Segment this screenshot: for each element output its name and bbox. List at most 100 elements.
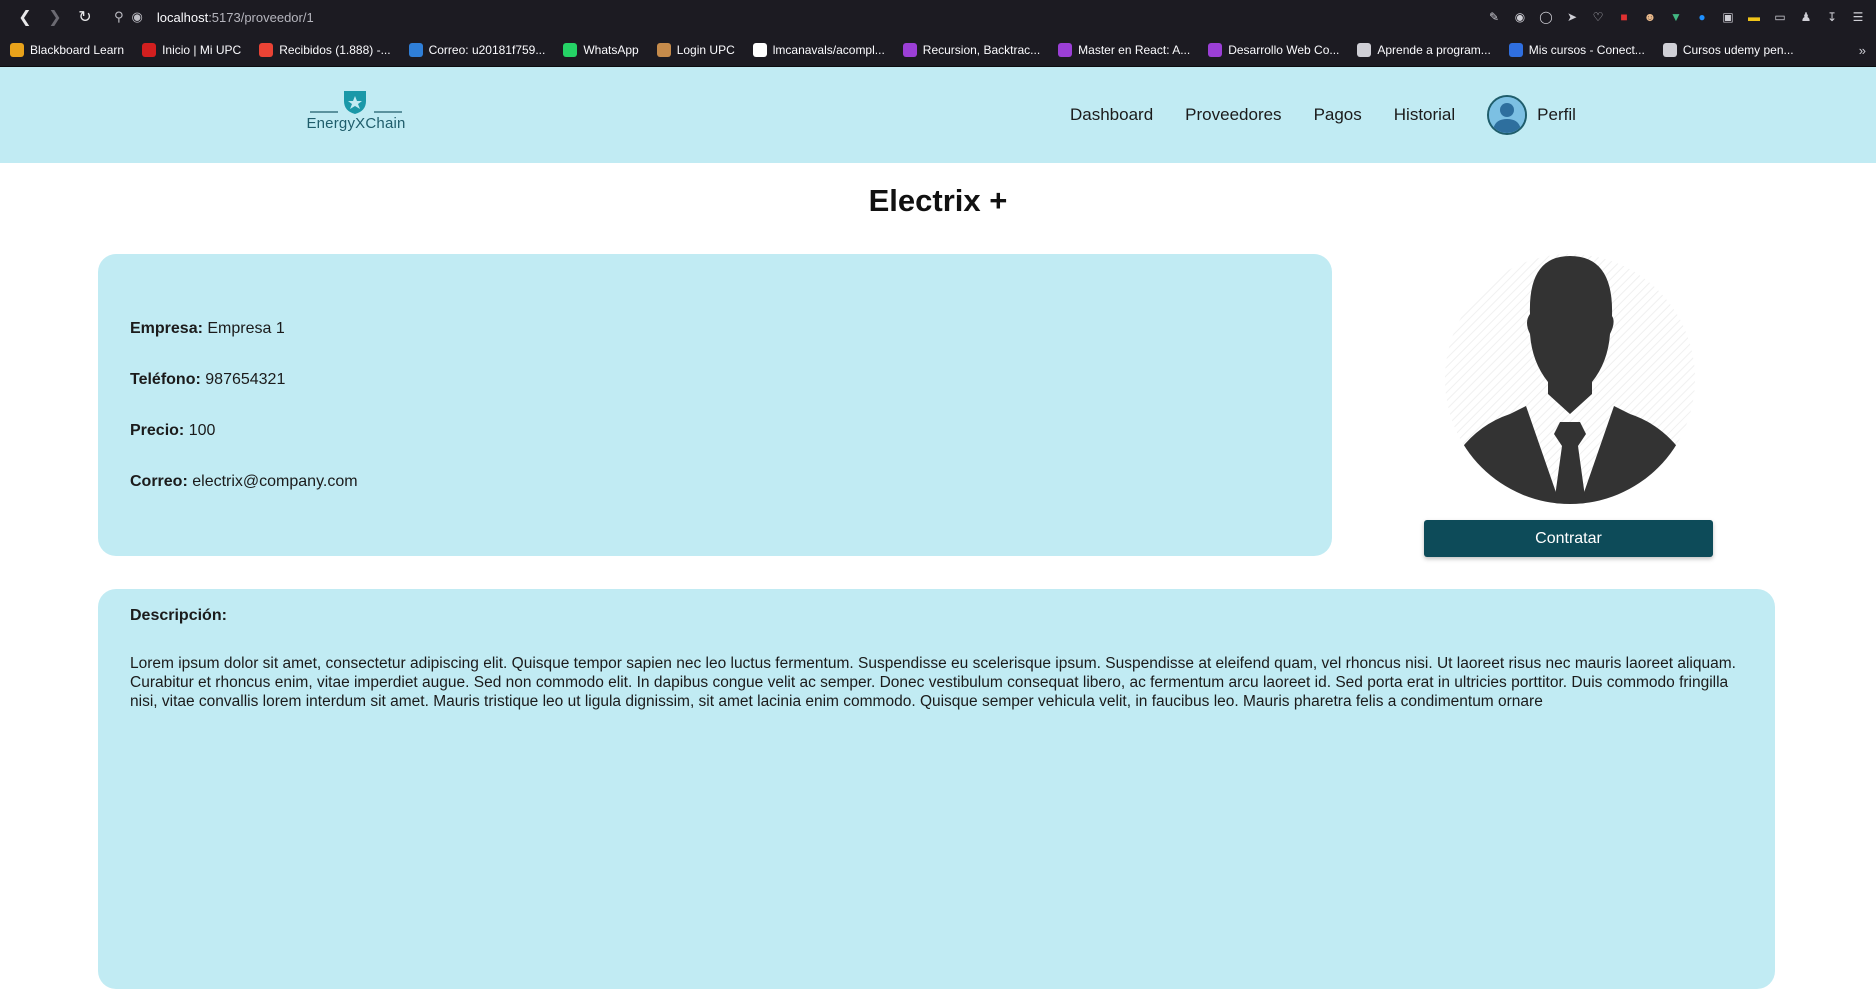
key-icon[interactable]: ⚲: [114, 9, 124, 25]
bookmark-label: Recursion, Backtrac...: [922, 43, 1041, 57]
bookmark-label: Desarrollo Web Co...: [1228, 43, 1340, 57]
bookmark-item[interactable]: Inicio | Mi UPC: [142, 43, 241, 57]
bookmark-item[interactable]: Blackboard Learn: [10, 43, 124, 57]
nav-proveedores[interactable]: Proveedores: [1185, 105, 1281, 125]
bookmark-item[interactable]: Recibidos (1.888) -...: [259, 43, 391, 57]
main-nav: Dashboard Proveedores Pagos Historial Pe…: [1070, 67, 1576, 163]
app-header: EnergyXChain Dashboard Proveedores Pagos…: [0, 67, 1876, 163]
bookmark-item[interactable]: Mis cursos - Conect...: [1508, 43, 1645, 57]
logo-text: EnergyXChain: [306, 115, 406, 132]
field-value: Empresa 1: [207, 320, 285, 337]
field-label: Teléfono:: [130, 371, 201, 388]
logo-icon: [310, 91, 402, 114]
browser-chrome: ❮ ❯ ↻ ⚲ ◉ localhost:5173/proveedor/1 ✎ ◉…: [0, 0, 1876, 67]
description-label: Descripción:: [130, 607, 227, 624]
shazam-icon[interactable]: ●: [1694, 9, 1710, 25]
bookmark-item[interactable]: Aprende a program...: [1357, 43, 1491, 57]
field-precio: Precio: 100: [130, 422, 1300, 441]
bookmark-favicon-icon: [142, 43, 157, 57]
nav-profile[interactable]: Perfil: [1487, 95, 1576, 135]
bookmark-label: WhatsApp: [583, 43, 639, 57]
bookmark-item[interactable]: lmcanavals/acompl...: [752, 43, 885, 57]
profile-label: Perfil: [1537, 105, 1576, 124]
bookmark-favicon-icon: [1208, 43, 1223, 57]
extension-face-icon[interactable]: ☻: [1642, 9, 1658, 25]
chevron-double-right-icon[interactable]: »: [1859, 43, 1866, 58]
field-empresa: Empresa: Empresa 1: [130, 320, 1300, 339]
edit-icon[interactable]: ✎: [1486, 9, 1502, 25]
bookmark-label: lmcanavals/acompl...: [772, 43, 885, 57]
bookmark-favicon-icon: [902, 43, 917, 57]
url-bar: ❮ ❯ ↻ ⚲ ◉ localhost:5173/proveedor/1 ✎ ◉…: [0, 0, 1876, 34]
globe-icon[interactable]: ◉: [132, 9, 143, 25]
bookmark-label: Recibidos (1.888) -...: [279, 43, 391, 57]
description-card: Descripción: Lorem ipsum dolor sit amet,…: [98, 589, 1775, 989]
bookmark-item[interactable]: WhatsApp: [563, 43, 639, 57]
field-telefono: Teléfono: 987654321: [130, 371, 1300, 390]
bookmark-favicon-icon: [1508, 43, 1523, 57]
shield-icon[interactable]: ◯: [1538, 9, 1554, 25]
bookmark-favicon-icon: [408, 43, 423, 57]
ublock-icon[interactable]: ■: [1616, 9, 1632, 25]
bookmark-label: Mis cursos - Conect...: [1528, 43, 1645, 57]
download-icon[interactable]: ↧: [1824, 9, 1840, 25]
bookmark-label: Inicio | Mi UPC: [162, 43, 242, 57]
bookmark-item[interactable]: Cursos udemy pen...: [1662, 43, 1794, 57]
address-field[interactable]: ⚲ ◉ localhost:5173/proveedor/1: [114, 9, 314, 25]
bookmark-favicon-icon: [563, 43, 578, 57]
businessman-silhouette-icon: [1445, 254, 1695, 504]
avatar[interactable]: [1487, 95, 1528, 135]
heart-icon[interactable]: ♡: [1590, 9, 1606, 25]
bookmark-favicon-icon: [1357, 43, 1372, 57]
clipboard-icon[interactable]: ▣: [1720, 9, 1736, 25]
field-label: Precio:: [130, 422, 185, 439]
bookmark-item[interactable]: Desarrollo Web Co...: [1208, 43, 1339, 57]
bookmark-favicon-icon: [10, 43, 24, 57]
field-label: Empresa:: [130, 320, 203, 337]
bookmark-favicon-icon: [656, 43, 671, 57]
cube-icon[interactable]: ▭: [1772, 9, 1788, 25]
bookmark-label: Blackboard Learn: [30, 43, 125, 57]
nav-historial[interactable]: Historial: [1394, 105, 1455, 125]
bookmark-favicon-icon: [259, 43, 274, 57]
bookmark-item[interactable]: Recursion, Backtrac...: [902, 43, 1041, 57]
nav-dashboard[interactable]: Dashboard: [1070, 105, 1153, 125]
camera-icon[interactable]: ◉: [1512, 9, 1528, 25]
bookmark-item[interactable]: Master en React: A...: [1058, 43, 1190, 57]
reload-icon[interactable]: ↻: [70, 2, 100, 32]
user-avatar-icon: [1489, 97, 1526, 133]
forward-icon[interactable]: ❯: [40, 2, 70, 32]
field-correo: Correo: electrix@company.com: [130, 473, 1300, 492]
bookmark-label: Correo: u20181f759...: [428, 43, 546, 57]
toolbar-extensions: ✎ ◉ ◯ ➤ ♡ ■ ☻ ▼ ● ▣ ▬ ▭ ♟ ↧ ☰: [1486, 9, 1866, 25]
field-value: 987654321: [205, 371, 286, 388]
bookmark-label: Cursos udemy pen...: [1682, 43, 1794, 57]
brand-logo[interactable]: EnergyXChain: [306, 87, 406, 132]
url-host: localhost: [156, 9, 209, 25]
keyboard-icon[interactable]: ▬: [1746, 9, 1762, 25]
back-icon[interactable]: ❮: [10, 2, 40, 32]
bookmark-favicon-icon: [752, 43, 767, 57]
field-label: Correo:: [130, 473, 188, 490]
bookmark-label: Master en React: A...: [1078, 43, 1191, 57]
vue-devtools-icon[interactable]: ▼: [1668, 9, 1684, 25]
field-value: electrix@company.com: [192, 473, 358, 490]
send-icon[interactable]: ➤: [1564, 9, 1580, 25]
bookmark-label: Aprende a program...: [1377, 43, 1491, 57]
nav-pagos[interactable]: Pagos: [1314, 105, 1362, 125]
bookmark-favicon-icon: [1662, 43, 1677, 57]
provider-photo: [1440, 254, 1700, 504]
menu-icon[interactable]: ☰: [1850, 9, 1866, 25]
page-title: Electrix +: [868, 183, 1008, 218]
field-value: 100: [188, 422, 216, 439]
url-path: :5173/proveedor/1: [208, 9, 314, 25]
description-text: Lorem ipsum dolor sit amet, consectetur …: [130, 655, 1736, 710]
bookmarks-bar: Blackboard Learn Inicio | Mi UPC Recibidos…: [0, 34, 1876, 67]
bookmark-label: Login UPC: [676, 43, 735, 57]
bookmark-item[interactable]: Correo: u20181f759...: [408, 43, 546, 57]
bookmark-favicon-icon: [1058, 43, 1073, 57]
bookmark-item[interactable]: Login UPC: [656, 43, 735, 57]
provider-info-card: Empresa: Empresa 1 Teléfono: 987654321 P…: [98, 254, 1332, 556]
account-icon[interactable]: ♟: [1798, 9, 1814, 25]
hire-button[interactable]: Contratar: [1424, 520, 1713, 557]
